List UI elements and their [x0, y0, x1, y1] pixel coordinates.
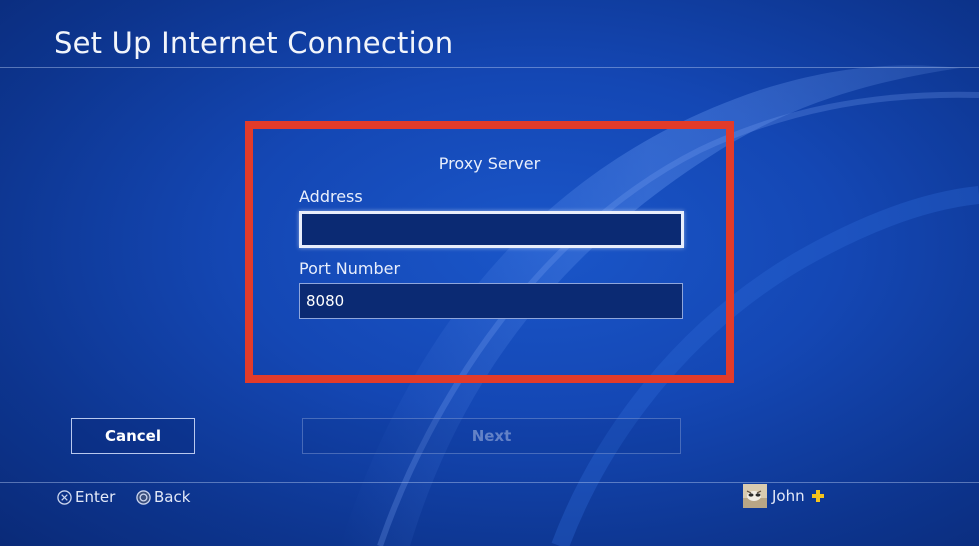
back-hint-label: Back — [154, 488, 191, 506]
circle-button-icon — [136, 489, 151, 505]
playstation-plus-icon — [811, 490, 824, 502]
cancel-button[interactable]: Cancel — [71, 418, 195, 454]
address-label: Address — [299, 187, 363, 206]
user-profile: John — [743, 484, 825, 508]
page-title: Set Up Internet Connection — [54, 26, 454, 60]
back-hint: Back — [136, 488, 190, 506]
port-number-input[interactable] — [299, 283, 683, 319]
address-input[interactable] — [299, 211, 684, 248]
next-button[interactable]: Next — [302, 418, 681, 454]
header-divider — [0, 67, 979, 68]
cross-button-icon — [57, 489, 72, 505]
avatar — [743, 484, 767, 508]
enter-hint: Enter — [57, 488, 115, 506]
section-title: Proxy Server — [438, 154, 541, 173]
enter-hint-label: Enter — [75, 488, 116, 506]
user-name: John — [772, 487, 805, 505]
footer-divider — [0, 482, 979, 483]
port-number-label: Port Number — [299, 259, 401, 278]
